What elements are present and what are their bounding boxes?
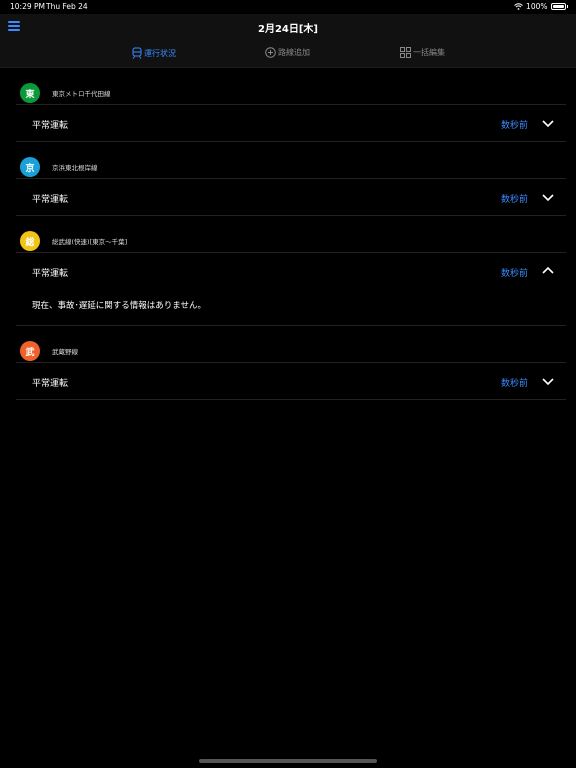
route-badge: 武 <box>20 341 40 361</box>
route-status-row[interactable]: 平常運転 数秒前 <box>16 363 566 400</box>
route-name: 京浜東北根岸線 <box>52 164 98 172</box>
status-bar: 10:29 PM Thu Feb 24 100% <box>0 0 576 14</box>
grid-icon <box>400 47 411 58</box>
chevron-down-icon[interactable] <box>542 192 554 202</box>
route-badge: 京 <box>20 157 40 177</box>
page-title: 2月24日[木] <box>257 24 318 35</box>
route-name: 武蔵野線 <box>52 348 78 356</box>
chevron-down-icon[interactable] <box>542 376 554 386</box>
battery-tip <box>566 5 568 8</box>
route-status: 平常運転 <box>32 379 69 389</box>
route-status-row[interactable]: 平常運転 数秒前 <box>16 179 566 216</box>
battery-percent: 100% <box>526 2 548 11</box>
updated-time: 数秒前 <box>500 195 528 205</box>
route-name: 総武線(快速)[東京〜千葉] <box>52 238 128 246</box>
status-time: 10:29 PM <box>10 2 45 11</box>
route-badge: 東 <box>20 83 40 103</box>
updated-time: 数秒前 <box>500 269 528 279</box>
route-list: 東 東京メトロ千代田線 平常運転 数秒前 京 京浜東北根岸線 平常運転 数秒前 … <box>0 68 576 400</box>
plus-circle-icon <box>265 47 276 58</box>
wifi-icon <box>514 3 523 10</box>
route-status: 平常運転 <box>32 195 69 205</box>
status-date: Thu Feb 24 <box>46 2 88 11</box>
route-header: 武 武蔵野線 <box>16 326 566 363</box>
route-name: 東京メトロ千代田線 <box>52 90 111 98</box>
route-status-row[interactable]: 平常運転 数秒前 <box>16 253 566 289</box>
route-badge: 総 <box>20 231 40 251</box>
tab-bulk-edit[interactable]: 一括編集 <box>400 47 445 58</box>
nav-header: 2月24日[木] <box>0 14 576 41</box>
battery-icon <box>550 3 566 10</box>
route-detail: 現在、事故･遅延に関する情報はありません。 <box>16 289 566 326</box>
home-indicator[interactable] <box>199 759 377 763</box>
train-icon <box>132 47 142 59</box>
chevron-up-icon[interactable] <box>542 266 554 276</box>
route-status-row[interactable]: 平常運転 数秒前 <box>16 105 566 142</box>
route-header: 京 京浜東北根岸線 <box>16 142 566 179</box>
tab-bar: 運行状況 路線追加 一括編集 <box>0 40 576 68</box>
tab-add-route[interactable]: 路線追加 <box>265 47 310 58</box>
route-status: 平常運転 <box>32 269 69 279</box>
chevron-down-icon[interactable] <box>542 118 554 128</box>
route-header: 総 総武線(快速)[東京〜千葉] <box>16 216 566 253</box>
updated-time: 数秒前 <box>500 379 528 389</box>
tab-add-route-label: 路線追加 <box>278 48 310 57</box>
tab-bulk-edit-label: 一括編集 <box>413 48 445 57</box>
route-detail-text: 現在、事故･遅延に関する情報はありません。 <box>32 301 206 311</box>
route-status: 平常運転 <box>32 121 69 131</box>
status-indicators: 100% <box>514 2 568 11</box>
updated-time: 数秒前 <box>500 121 528 131</box>
tab-status[interactable]: 運行状況 <box>132 47 176 59</box>
route-header: 東 東京メトロ千代田線 <box>16 68 566 105</box>
tab-status-label: 運行状況 <box>144 48 176 58</box>
